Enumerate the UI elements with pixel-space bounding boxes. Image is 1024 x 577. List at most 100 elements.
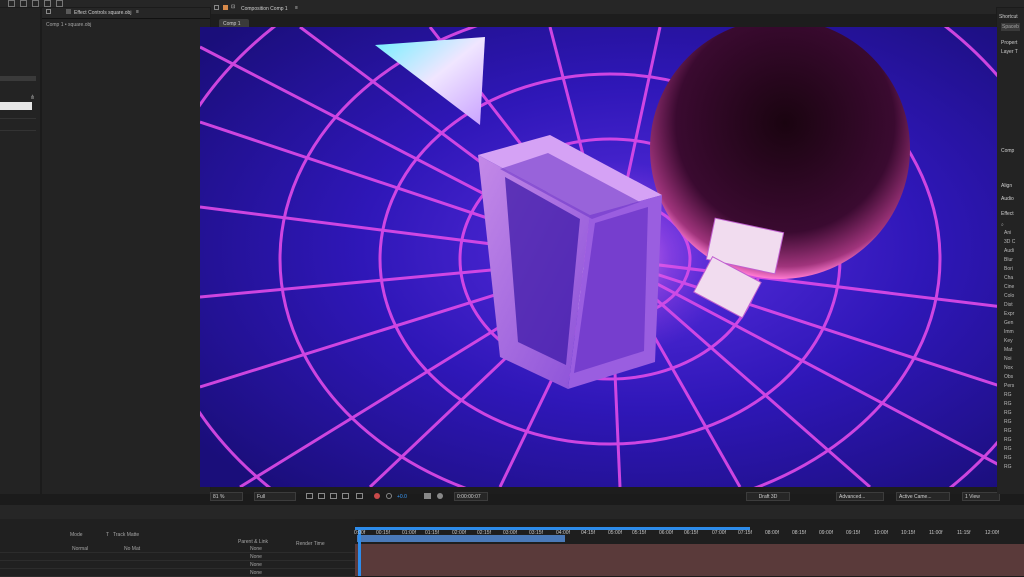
transparency-icon[interactable]: [318, 493, 325, 499]
timeline-panel: Mode T Track Matte Parent & Link Render …: [0, 505, 1024, 577]
effect-category[interactable]: RG: [1004, 464, 1012, 470]
audio-tab[interactable]: Audio: [1001, 196, 1014, 202]
effect-category[interactable]: RG: [1004, 428, 1012, 434]
composition-viewer[interactable]: [200, 27, 1003, 487]
rotate-tool-icon[interactable]: [44, 0, 51, 7]
zoom-tool-icon[interactable]: [32, 0, 39, 7]
parent-select[interactable]: None: [250, 546, 262, 552]
effect-category[interactable]: RG: [1004, 410, 1012, 416]
close-icon[interactable]: [214, 5, 219, 10]
effect-category[interactable]: Bori: [1004, 266, 1013, 272]
hand-tool-icon[interactable]: [20, 0, 27, 7]
parent-select[interactable]: None: [250, 554, 262, 560]
cache-bar: [357, 535, 565, 542]
mask-icon[interactable]: [330, 493, 337, 499]
panel-menu-icon[interactable]: ≡: [295, 5, 298, 11]
resolution-select[interactable]: Full: [254, 492, 296, 501]
ruler-tick: 0:00f: [354, 530, 366, 536]
effect-category[interactable]: RG: [1004, 455, 1012, 461]
lock-icon[interactable]: ⊡: [231, 4, 235, 10]
ruler-tick: 11:15f: [957, 530, 971, 536]
effect-category[interactable]: Nox: [1004, 365, 1013, 371]
mode-select[interactable]: Normal: [72, 546, 88, 552]
ruler-tick: 03:00f: [503, 530, 517, 536]
effect-category[interactable]: Noi: [1004, 356, 1012, 362]
shortcut-value[interactable]: Spaceb: [1001, 23, 1020, 31]
effect-category[interactable]: Imm: [1004, 329, 1014, 335]
effect-category[interactable]: Obs: [1004, 374, 1013, 380]
ruler-tick: 10:15f: [901, 530, 915, 536]
exposure-icon[interactable]: [386, 493, 392, 499]
region-icon[interactable]: [306, 493, 313, 499]
hierarchy-icon: ⋔: [30, 95, 36, 101]
effect-category[interactable]: 3D C: [1004, 239, 1015, 245]
project-selected-item[interactable]: [0, 102, 32, 110]
select-tool-icon[interactable]: [8, 0, 15, 7]
snapshot-icon[interactable]: [424, 493, 431, 499]
effect-category[interactable]: Blur: [1004, 257, 1013, 263]
composition-render: [200, 27, 1003, 487]
effect-category[interactable]: Gen: [1004, 320, 1013, 326]
camera-tool-icon[interactable]: [56, 0, 63, 7]
composition-tab[interactable]: Composition Comp 1: [241, 6, 288, 12]
effect-category[interactable]: Expr: [1004, 311, 1014, 317]
shortcut-tab[interactable]: Shortcut: [999, 14, 1018, 20]
color-picker-icon[interactable]: [374, 493, 380, 499]
effect-category[interactable]: Audi: [1004, 248, 1014, 254]
panel-menu-icon[interactable]: ≡: [136, 9, 139, 15]
effect-category[interactable]: RG: [1004, 446, 1012, 452]
channel-icon[interactable]: [356, 493, 363, 499]
camera-view-select[interactable]: Active Came...: [896, 492, 950, 501]
effect-category[interactable]: Pers: [1004, 383, 1014, 389]
effect-category[interactable]: RG: [1004, 401, 1012, 407]
effect-category[interactable]: RG: [1004, 437, 1012, 443]
ruler-tick: 03:15f: [529, 530, 543, 536]
effect-controls-tabbar: Effect Controls square.obj ≡: [42, 8, 210, 19]
matte-select[interactable]: No Mat: [124, 546, 140, 552]
parent-select[interactable]: None: [250, 562, 262, 568]
project-panel: ⋔: [0, 8, 40, 494]
effect-category[interactable]: Ani: [1004, 230, 1011, 236]
effect-category[interactable]: Mat: [1004, 347, 1012, 353]
effect-category[interactable]: RG: [1004, 392, 1012, 398]
ruler-tick: 07:15f: [738, 530, 752, 536]
properties-tab[interactable]: Propert: [1001, 40, 1017, 46]
search-icon[interactable]: ⌕: [1001, 222, 1004, 228]
effect-category[interactable]: Key: [1004, 338, 1013, 344]
effects-list: Ani 3D C Audi Blur Bori Cha Cine Colo Di…: [1002, 230, 1024, 492]
grid-icon[interactable]: [342, 493, 349, 499]
parent-select[interactable]: None: [250, 570, 262, 576]
renderer-options-select[interactable]: Advanced...: [836, 492, 884, 501]
effect-category[interactable]: RG: [1004, 419, 1012, 425]
ruler-tick: 06:00f: [659, 530, 673, 536]
divider: [0, 118, 36, 119]
ruler-tick: 02:15f: [477, 530, 491, 536]
close-icon[interactable]: [46, 9, 51, 14]
effect-category[interactable]: Dist: [1004, 302, 1013, 308]
timeline-track-area[interactable]: [355, 519, 1024, 576]
view-layout-select[interactable]: 1 View: [962, 492, 1000, 501]
ruler-tick: 01:00f: [402, 530, 416, 536]
effect-controls-tab[interactable]: Effect Controls square.obj: [74, 10, 131, 16]
timecode-field[interactable]: 0:00:00:07: [454, 492, 488, 501]
show-snapshot-icon[interactable]: [437, 493, 443, 499]
ruler-tick: 05:00f: [608, 530, 622, 536]
ruler-tick: 10:00f: [874, 530, 888, 536]
effects-tab[interactable]: Effect: [1001, 211, 1014, 217]
effect-controls-path: Comp 1 • square.obj: [46, 22, 92, 28]
layer-duration-bar[interactable]: [355, 544, 1024, 576]
effect-category[interactable]: Cha: [1004, 275, 1013, 281]
layer-row[interactable]: None: [0, 561, 355, 569]
renderer-button[interactable]: Draft 3D: [746, 492, 790, 501]
align-tab[interactable]: Align: [1001, 183, 1012, 189]
comp-label: Comp: [1001, 148, 1015, 154]
lock-icon[interactable]: [66, 9, 71, 14]
effect-category[interactable]: Cine: [1004, 284, 1014, 290]
exposure-value[interactable]: +0.0: [397, 494, 407, 500]
zoom-select[interactable]: 81 %: [210, 492, 243, 501]
project-search-bar[interactable]: [0, 76, 36, 81]
layer-row[interactable]: None: [0, 553, 355, 561]
effect-category[interactable]: Colo: [1004, 293, 1014, 299]
layer-row[interactable]: Normal No Mat None: [0, 545, 355, 553]
composition-tabbar: ⊡ Composition Comp 1 ≡: [211, 2, 996, 14]
